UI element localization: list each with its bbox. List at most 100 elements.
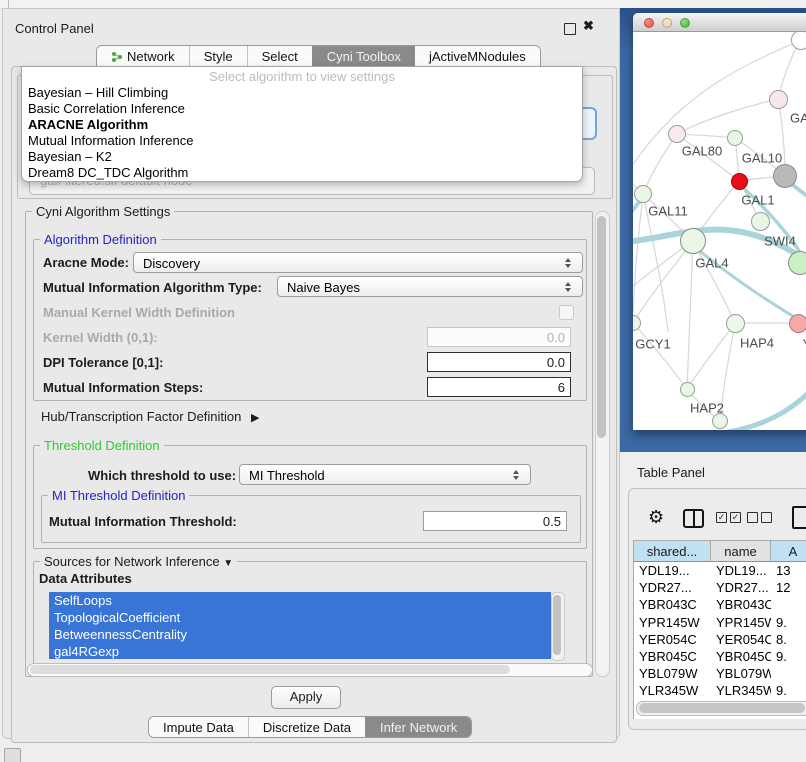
network-node[interactable] — [712, 413, 728, 429]
column-header-name[interactable]: name — [711, 541, 771, 562]
table-row[interactable]: YBL079W YBL079W — [634, 665, 806, 682]
mi-type-combo[interactable]: Naive Bayes — [277, 276, 583, 297]
mi-steps-field[interactable]: 6 — [427, 377, 571, 397]
table-row[interactable]: YBR043C YBR043C — [634, 596, 806, 613]
table-horizontal-scrollbar-thumb[interactable] — [639, 703, 805, 713]
data-attributes-list: SelfLoopsTopologicalCoefficientBetweenne… — [49, 592, 551, 659]
control-panel: Control Panel ✖ galFiltered.sif default … — [2, 8, 620, 739]
combo-stepper-icon — [565, 258, 573, 268]
table-row[interactable]: YPR145W YPR145W 9. — [634, 614, 806, 631]
aracne-mode-combo[interactable]: Discovery — [133, 252, 583, 273]
network-node[interactable] — [789, 314, 806, 333]
network-node[interactable] — [788, 251, 806, 275]
minimize-traffic-light-icon[interactable] — [662, 18, 672, 28]
sources-title-text: Sources for Network Inference — [44, 554, 220, 569]
table-row[interactable]: YDL19... YDL19... 13 — [634, 562, 806, 579]
column-header-shared-name[interactable]: shared... — [634, 541, 711, 562]
network-node-label: HAP4 — [740, 336, 774, 351]
data-attribute-item[interactable]: gal4RGexp — [49, 643, 551, 659]
tab-network-label: Network — [127, 49, 175, 64]
tab-discretize-data[interactable]: Discretize Data — [248, 717, 365, 737]
table-settings-gear-icon[interactable]: ⚙ — [648, 507, 664, 528]
attributes-scrollbar-thumb[interactable] — [553, 595, 561, 655]
export-table-icon[interactable] — [792, 506, 806, 529]
kernel-width-field[interactable]: 0.0 — [427, 327, 571, 347]
cell-name: YLR345W — [711, 682, 771, 699]
attributes-scrollbar[interactable] — [551, 592, 565, 661]
network-view-window: GALGAL80GAL10GAL1GAL11GAL4SWI4GCY1HAP4YH… — [633, 13, 806, 430]
algorithm-option[interactable]: Basic Correlation Inference — [22, 101, 582, 117]
tab-cyni-toolbox[interactable]: Cyni Toolbox — [312, 46, 415, 67]
network-node[interactable] — [680, 228, 706, 254]
sources-group-title[interactable]: Sources for Network Inference ▼ — [40, 554, 237, 569]
settings-horizontal-scrollbar-thumb[interactable] — [30, 665, 510, 674]
network-node-label: SWI4 — [764, 234, 796, 249]
table-row[interactable]: YDR27... YDR27... 12 — [634, 579, 806, 596]
mi-threshold-field[interactable]: 0.5 — [423, 511, 567, 531]
algorithm-option[interactable]: Bayesian – K2 — [22, 149, 582, 165]
algorithm-option[interactable]: Dream8 DC_TDC Algorithm — [22, 165, 582, 181]
cell-name: YBR045C — [711, 648, 771, 665]
close-traffic-light-icon[interactable] — [644, 18, 654, 28]
network-canvas[interactable]: GALGAL80GAL10GAL1GAL11GAL4SWI4GCY1HAP4YH… — [633, 32, 806, 430]
apply-button[interactable]: Apply — [271, 686, 341, 709]
data-attribute-item[interactable]: TopologicalCoefficient — [49, 609, 551, 626]
table-row[interactable]: YLR345W YLR345W 9. — [634, 682, 806, 699]
mi-type-label: Mutual Information Algorithm Type: — [43, 280, 262, 295]
panel-grip-icon[interactable] — [4, 748, 21, 762]
table-row[interactable]: YER054C YER054C 8. — [634, 631, 806, 648]
settings-vertical-scrollbar-thumb[interactable] — [597, 216, 606, 438]
network-node[interactable] — [726, 314, 745, 333]
network-node[interactable] — [731, 173, 748, 190]
tab-jactivemnodules[interactable]: jActiveMNodules — [415, 46, 540, 67]
network-node[interactable] — [791, 32, 806, 50]
tab-infer-network[interactable]: Infer Network — [365, 717, 471, 737]
network-node-label: GAL11 — [648, 204, 688, 219]
zoom-traffic-light-icon[interactable] — [680, 18, 690, 28]
tab-cyni-toolbox-label: Cyni Toolbox — [327, 49, 401, 64]
cell-value — [771, 596, 806, 613]
tab-impute-data[interactable]: Impute Data — [149, 717, 248, 737]
column-layout-icon[interactable] — [683, 509, 704, 528]
network-node-label: GAL1 — [741, 193, 774, 208]
network-node[interactable] — [769, 90, 788, 109]
network-node[interactable] — [668, 125, 686, 143]
close-panel-icon[interactable]: ✖ — [583, 18, 594, 34]
deselect-all-checkboxes-icon[interactable] — [747, 512, 775, 527]
network-node-label: GAL80 — [682, 144, 722, 159]
select-all-checkboxes-icon[interactable]: ✓✓ — [716, 512, 744, 527]
algorithm-option[interactable]: Bayesian – Hill Climbing — [22, 85, 582, 101]
cell-shared-name: YDL19... — [634, 562, 711, 579]
tab-infer-network-label: Infer Network — [380, 720, 457, 735]
which-threshold-combo[interactable]: MI Threshold — [239, 464, 531, 485]
network-node[interactable] — [634, 185, 652, 203]
expand-right-icon: ▶ — [251, 412, 259, 424]
table-horizontal-scrollbar[interactable] — [636, 701, 806, 716]
network-window-titlebar[interactable] — [633, 13, 806, 32]
tab-style[interactable]: Style — [189, 46, 247, 67]
cell-name: YER054C — [711, 631, 771, 648]
settings-horizontal-scrollbar[interactable] — [27, 663, 593, 677]
algorithm-option[interactable]: Mutual Information Inference — [22, 133, 582, 149]
table-row[interactable]: YBR045C YBR045C 9. — [634, 648, 806, 665]
data-attribute-item[interactable]: BetweennessCentrality — [49, 626, 551, 643]
network-node[interactable] — [773, 164, 797, 188]
hub-definition-toggle[interactable]: Hub/Transcription Factor Definition ▶ — [41, 409, 259, 424]
tab-network[interactable]: Network — [97, 46, 189, 67]
bottom-tabs: Impute Data Discretize Data Infer Networ… — [148, 716, 472, 738]
mi-steps-label: Mutual Information Steps: — [43, 380, 203, 395]
settings-vertical-scrollbar[interactable] — [595, 211, 610, 677]
aracne-mode-value: Discovery — [143, 256, 200, 271]
algorithm-option-selected[interactable]: ARACNE Algorithm — [22, 117, 582, 133]
tab-select[interactable]: Select — [247, 46, 312, 67]
column-header-partial[interactable]: A — [771, 541, 806, 562]
data-attribute-item[interactable]: SelfLoops — [49, 592, 551, 609]
float-panel-icon[interactable] — [564, 23, 576, 35]
cell-shared-name: YLR345W — [634, 682, 711, 699]
threshold-definition-title: Threshold Definition — [40, 438, 164, 453]
dpi-tolerance-field[interactable]: 0.0 — [427, 352, 571, 372]
network-node[interactable] — [751, 212, 770, 231]
network-node[interactable] — [727, 130, 743, 146]
manual-kernel-checkbox[interactable] — [559, 305, 574, 320]
network-node[interactable] — [680, 382, 695, 397]
